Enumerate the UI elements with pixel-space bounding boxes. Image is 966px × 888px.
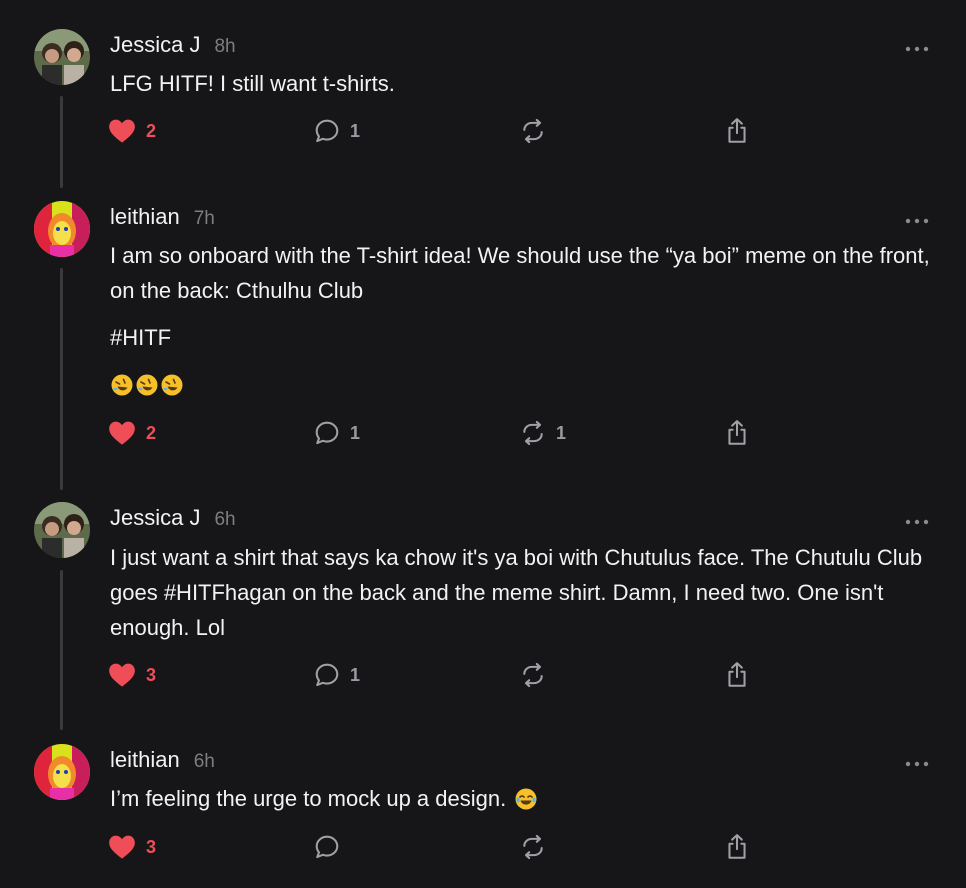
share-button[interactable] (724, 418, 750, 448)
colorful-portrait-avatar-icon (34, 201, 90, 257)
share-icon (728, 662, 746, 687)
post-time: 6h (214, 509, 236, 530)
post-paragraph: I’m feeling the urge to mock up a design… (110, 781, 940, 816)
hashtag-link[interactable]: #HITF (110, 320, 940, 355)
rolling-on-floor-laughing-emoji-icon (136, 374, 158, 395)
like-count: 2 (146, 120, 157, 141)
reply-button[interactable]: 1 (314, 418, 360, 448)
post-body: I’m feeling the urge to mock up a design… (110, 781, 940, 816)
like-button[interactable]: 3 (108, 660, 156, 690)
reply-button[interactable]: 1 (314, 660, 360, 690)
action-bar: 2 1 (108, 116, 768, 146)
comment-icon (315, 119, 339, 143)
reply-count: 1 (350, 120, 361, 141)
like-count: 3 (146, 664, 157, 685)
share-button[interactable] (724, 116, 750, 146)
action-bar: 2 1 1 (108, 418, 768, 448)
repost-button[interactable] (520, 832, 556, 862)
heart-filled-icon (109, 835, 135, 859)
avatar[interactable] (34, 29, 90, 85)
thread-line (60, 96, 63, 188)
action-bar: 3 1 (108, 660, 768, 690)
colorful-portrait-avatar-icon (34, 744, 90, 800)
tears-of-joy-emoji-icon (515, 788, 537, 809)
share-icon (728, 118, 746, 143)
repost-icon (523, 420, 543, 446)
reply-button[interactable]: 1 (314, 116, 360, 146)
post-time: 7h (193, 208, 215, 229)
share-icon (728, 834, 746, 859)
heart-filled-icon (109, 119, 135, 143)
repost-icon (523, 834, 543, 860)
repost-button[interactable] (520, 116, 556, 146)
post-header: leithian 6h (110, 747, 215, 777)
more-options-icon[interactable] (904, 41, 930, 52)
post-body: I just want a shirt that says ka chow it… (110, 540, 942, 645)
post-body: I am so onboard with the T-shirt idea! W… (110, 238, 940, 402)
comment-icon (315, 421, 339, 445)
post-header: Jessica J 6h (110, 505, 236, 535)
author-name[interactable]: Jessica J (110, 32, 200, 58)
avatar[interactable] (34, 201, 90, 257)
heart-filled-icon (109, 421, 135, 445)
rolling-on-floor-laughing-emoji-icon (161, 374, 183, 395)
person-photo-avatar-icon (34, 29, 90, 85)
share-button[interactable] (724, 832, 750, 862)
person-photo-avatar-icon (34, 502, 90, 558)
avatar[interactable] (34, 744, 90, 800)
more-options-icon[interactable] (904, 514, 930, 525)
author-name[interactable]: Jessica J (110, 505, 200, 531)
more-options-icon[interactable] (904, 213, 930, 224)
comment-icon (315, 663, 339, 687)
repost-icon (523, 662, 543, 688)
more-options-icon[interactable] (904, 756, 930, 767)
like-count: 3 (146, 836, 157, 857)
heart-filled-icon (109, 663, 135, 687)
reply-button[interactable] (314, 832, 350, 862)
repost-button[interactable]: 1 (520, 418, 566, 448)
repost-count: 1 (556, 422, 567, 443)
reply-count: 1 (350, 422, 361, 443)
reply-count: 1 (350, 664, 361, 685)
share-icon (728, 420, 746, 445)
author-name[interactable]: leithian (110, 747, 180, 773)
emoji-row (110, 367, 940, 402)
like-button[interactable]: 2 (108, 116, 156, 146)
post-header: Jessica J 8h (110, 32, 236, 62)
like-button[interactable]: 3 (108, 832, 156, 862)
thread-line (60, 570, 63, 730)
post-paragraph: I am so onboard with the T-shirt idea! W… (110, 243, 930, 303)
post-time: 6h (193, 751, 215, 772)
post-paragraph: I just want a shirt that says ka chow it… (110, 545, 923, 640)
like-button[interactable]: 2 (108, 418, 156, 448)
rolling-on-floor-laughing-emoji-icon (111, 374, 133, 395)
action-bar: 3 (108, 832, 768, 862)
post-body: LFG HITF! I still want t-shirts. (110, 66, 940, 101)
like-count: 2 (146, 422, 157, 443)
author-name[interactable]: leithian (110, 204, 180, 230)
repost-icon (523, 118, 543, 144)
avatar[interactable] (34, 502, 90, 558)
thread-line (60, 268, 63, 490)
post-time: 8h (214, 36, 236, 57)
repost-button[interactable] (520, 660, 556, 690)
share-button[interactable] (724, 660, 750, 690)
post-paragraph: LFG HITF! I still want t-shirts. (110, 71, 395, 96)
comment-icon (315, 835, 339, 859)
post-text: I’m feeling the urge to mock up a design… (110, 786, 507, 811)
post-header: leithian 7h (110, 204, 215, 234)
